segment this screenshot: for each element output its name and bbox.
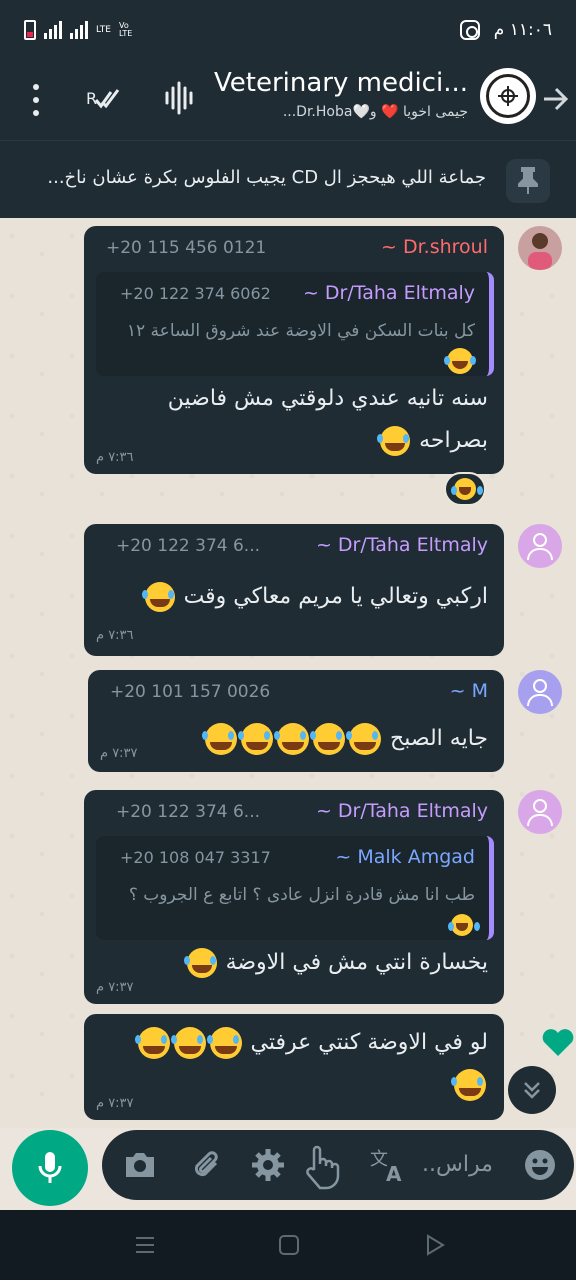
avatar-default[interactable] bbox=[518, 524, 562, 568]
laughing-emoji-icon bbox=[310, 723, 346, 755]
message-text: اركبي وتعالي يا مريم معاكي وقت bbox=[108, 576, 488, 618]
volte-label: Vo LTE bbox=[118, 21, 133, 38]
mic-button[interactable] bbox=[12, 1130, 88, 1206]
laughing-emoji-icon bbox=[202, 723, 238, 755]
message-text: لو في الاوضة كنتي عرفتي bbox=[98, 1022, 488, 1106]
svg-text:A: A bbox=[386, 1162, 402, 1183]
message-text: جايه الصبح bbox=[108, 718, 488, 760]
message-bubble[interactable]: لو في الاوضة كنتي عرفتي ٧:٣٧ م bbox=[84, 1014, 504, 1120]
quoted-sender: ~ Dr/Taha Eltmaly bbox=[302, 282, 475, 304]
pinned-message-bar[interactable]: جماعة اللي هيحجز ال CD يجيب الفلوس بكرة … bbox=[0, 140, 576, 218]
attach-icon[interactable] bbox=[190, 1147, 226, 1187]
laughing-emoji-icon bbox=[448, 914, 473, 936]
recent-apps-icon[interactable] bbox=[134, 1234, 156, 1260]
back-arrow-icon[interactable] bbox=[540, 84, 570, 118]
laughing-emoji-icon bbox=[170, 1027, 206, 1059]
message-time: ٧:٣٧ م bbox=[100, 746, 138, 761]
camera-icon[interactable] bbox=[122, 1147, 158, 1187]
touch-icon[interactable] bbox=[298, 1140, 342, 1194]
network-type: LTE bbox=[96, 25, 111, 35]
reaction-badge[interactable] bbox=[444, 472, 486, 506]
quoted-phone: +20 122 374 6062 bbox=[120, 284, 271, 303]
message-sender[interactable]: ~ Dr/Taha Eltmaly bbox=[316, 534, 488, 556]
quoted-message[interactable]: ~ Dr/Taha Eltmaly +20 122 374 6062 كل بن… bbox=[96, 272, 494, 376]
laughing-emoji-icon bbox=[451, 1069, 486, 1101]
group-title[interactable]: Veterinary medici... bbox=[168, 68, 468, 98]
laughing-emoji-icon bbox=[238, 723, 274, 755]
message-text: سنه تانيه عندي دلوقتي مش فاضين بصراحه bbox=[128, 378, 488, 462]
back-icon[interactable] bbox=[424, 1234, 446, 1260]
svg-text:R: R bbox=[86, 89, 97, 108]
quoted-phone: +20 108 047 3317 bbox=[120, 848, 271, 867]
message-input[interactable]: مراس.. bbox=[422, 1152, 493, 1177]
more-options-icon[interactable] bbox=[26, 80, 46, 120]
status-bar: LTE Vo LTE ١١:٠٦ م bbox=[0, 0, 576, 60]
laughing-emoji-icon bbox=[134, 1027, 170, 1059]
translate-icon[interactable]: 文A bbox=[370, 1147, 406, 1187]
pin-icon[interactable] bbox=[506, 159, 550, 203]
scroll-down-button[interactable] bbox=[508, 1066, 556, 1114]
battery-icon bbox=[24, 20, 36, 40]
message-bubble[interactable]: ~ Dr/Taha Eltmaly +20 122 374 6... ~ Mal… bbox=[84, 790, 504, 1004]
laughing-emoji-icon bbox=[206, 1027, 242, 1059]
message-bubble[interactable]: ~ M +20 101 157 0026 جايه الصبح ٧:٣٧ م bbox=[88, 670, 504, 772]
emoji-icon[interactable] bbox=[522, 1147, 558, 1187]
laughing-emoji-icon bbox=[451, 478, 476, 500]
laughing-emoji-icon bbox=[274, 723, 310, 755]
laughing-emoji-icon bbox=[141, 582, 175, 612]
signal-icon-2 bbox=[70, 21, 88, 39]
message-input-bar[interactable]: 文A مراس.. bbox=[102, 1130, 574, 1200]
message-phone: +20 122 374 6... bbox=[116, 802, 261, 822]
group-members[interactable]: جيمى اخويا ❤️ و🤍Dr.Hoba... bbox=[168, 104, 468, 120]
read-check-icon[interactable]: R bbox=[86, 84, 120, 118]
message-bubble[interactable]: ~ Dr.shroul +20 115 456 0121 ~ Dr/Taha E… bbox=[84, 226, 504, 474]
message-time: ٧:٣٧ م bbox=[96, 1096, 134, 1111]
avatar-dr-shroul[interactable] bbox=[518, 226, 562, 270]
avatar-default[interactable] bbox=[518, 790, 562, 834]
message-text: يخسارة انتي مش في الاوضة bbox=[108, 942, 488, 984]
message-time: ٧:٣٦ م bbox=[96, 628, 134, 643]
clock: ١١:٠٦ م bbox=[493, 20, 552, 40]
message-phone: +20 115 456 0121 bbox=[106, 238, 267, 258]
unread-heart-badge[interactable]: ١١ bbox=[540, 1028, 576, 1058]
message-sender[interactable]: ~ M bbox=[450, 680, 488, 702]
quoted-sender: ~ Malk Amgad bbox=[335, 846, 475, 868]
pinned-message-text[interactable]: جماعة اللي هيحجز ال CD يجيب الفلوس بكرة … bbox=[14, 167, 486, 188]
signal-icon bbox=[44, 21, 62, 39]
system-nav-bar bbox=[0, 1210, 576, 1280]
home-icon[interactable] bbox=[278, 1234, 300, 1260]
gear-icon[interactable] bbox=[250, 1147, 286, 1187]
laughing-emoji-icon bbox=[183, 948, 217, 978]
message-time: ٧:٣٧ م bbox=[96, 980, 134, 995]
message-phone: +20 101 157 0026 bbox=[110, 682, 271, 702]
quoted-text: طب انا مش قادرة انزل عادى ؟ اتابع ع الجر… bbox=[110, 880, 475, 940]
message-bubble[interactable]: ~ Dr/Taha Eltmaly +20 122 374 6... اركبي… bbox=[84, 524, 504, 656]
quoted-text: كل بنات السكن في الاوضة عند شروق الساعة … bbox=[110, 316, 475, 376]
laughing-emoji-icon bbox=[346, 723, 382, 755]
avatar-default[interactable] bbox=[518, 670, 562, 714]
chat-area[interactable]: ~ Dr.shroul +20 115 456 0121 ~ Dr/Taha E… bbox=[0, 218, 576, 1128]
group-avatar[interactable] bbox=[480, 68, 536, 124]
laughing-emoji-icon bbox=[377, 426, 411, 456]
message-phone: +20 122 374 6... bbox=[116, 536, 261, 556]
laughing-emoji-icon bbox=[444, 348, 473, 374]
instagram-icon bbox=[459, 20, 480, 40]
message-sender[interactable]: ~ Dr/Taha Eltmaly bbox=[316, 800, 488, 822]
message-time: ٧:٣٦ م bbox=[96, 450, 134, 465]
message-sender[interactable]: ~ Dr.shroul bbox=[381, 236, 488, 258]
chat-header: R Veterinary medici... جيمى اخويا ❤️ و🤍D… bbox=[0, 60, 576, 140]
quoted-message[interactable]: ~ Malk Amgad +20 108 047 3317 طب انا مش … bbox=[96, 836, 494, 940]
